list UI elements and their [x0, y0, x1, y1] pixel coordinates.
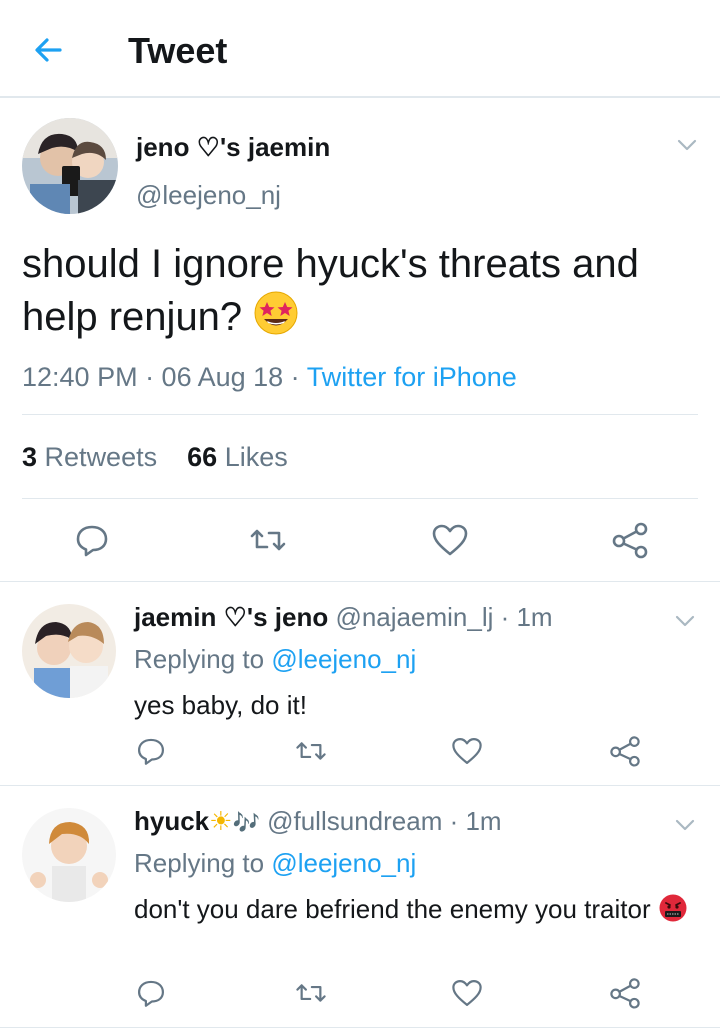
arrow-left-icon[interactable] [30, 30, 70, 70]
reply-text-content: don't you dare befriend the enemy you tr… [134, 894, 651, 924]
reply-actions [0, 976, 720, 1016]
sun-emoji-icon: ☀ [209, 806, 233, 836]
share-icon[interactable] [608, 734, 642, 768]
avatar[interactable] [22, 808, 116, 902]
retweet-icon[interactable] [294, 976, 328, 1010]
tweet-timestamp: 12:40 PM · 06 Aug 18 · [22, 362, 307, 392]
reply-text: yes baby, do it! [134, 690, 307, 720]
author-handle[interactable]: @leejeno_nj [136, 180, 281, 211]
tweet-actions [0, 520, 720, 560]
likes-count[interactable]: 66 [187, 442, 217, 472]
reply-icon[interactable] [134, 976, 168, 1010]
heart-icon[interactable] [450, 734, 484, 768]
reply-header: jaemin ♡'s jeno @najaemin_lj · 1m [134, 602, 553, 633]
reply-author-handle[interactable]: @najaemin_lj · 1m [335, 602, 552, 632]
reply-actions [0, 734, 720, 774]
retweets-count[interactable]: 3 [22, 442, 37, 472]
cursing-face-emoji-icon [659, 894, 687, 922]
replying-to-link[interactable]: @leejeno_nj [271, 848, 416, 878]
heart-icon[interactable] [430, 520, 470, 560]
reply-author-name[interactable]: jaemin ♡'s jeno [134, 602, 328, 632]
divider [22, 498, 698, 499]
heart-icon[interactable] [450, 976, 484, 1010]
reply-icon[interactable] [72, 520, 112, 560]
top-bar: Tweet [0, 0, 720, 98]
replying-to-label: Replying to [134, 848, 272, 878]
avatar[interactable] [22, 118, 118, 214]
retweet-icon[interactable] [294, 734, 328, 768]
retweets-label[interactable]: Retweets [45, 442, 158, 472]
share-icon[interactable] [608, 976, 642, 1010]
reply-header: hyuck☀🎶 @fullsundream · 1m [134, 806, 502, 837]
tweet-source[interactable]: Twitter for iPhone [307, 362, 517, 392]
likes-label[interactable]: Likes [225, 442, 288, 472]
author-name[interactable]: jeno ♡'s jaemin [136, 132, 330, 163]
chevron-down-icon[interactable] [674, 136, 700, 154]
replying-to-link[interactable]: @leejeno_nj [271, 644, 416, 674]
chevron-down-icon[interactable] [672, 612, 698, 630]
retweet-icon[interactable] [248, 520, 288, 560]
divider [22, 414, 698, 415]
reply-icon[interactable] [134, 734, 168, 768]
reply-tweet[interactable]: jaemin ♡'s jeno @najaemin_lj · 1m Replyi… [0, 584, 720, 786]
reply-tweet[interactable]: hyuck☀🎶 @fullsundream · 1m Replying to @… [0, 788, 720, 1028]
musical-notes-emoji-icon: 🎶 [232, 810, 260, 835]
tweet-text: should I ignore hyuck's threats and help… [22, 238, 702, 343]
main-tweet: jeno ♡'s jaemin @leejeno_nj should I ign… [0, 100, 720, 582]
share-icon[interactable] [610, 520, 650, 560]
chevron-down-icon[interactable] [672, 816, 698, 834]
page-title: Tweet [128, 30, 228, 71]
avatar[interactable] [22, 604, 116, 698]
star-struck-emoji-icon [254, 291, 298, 335]
reply-author-name[interactable]: hyuck [134, 806, 209, 836]
replying-to: Replying to @leejeno_nj [134, 644, 416, 675]
tweet-meta: 12:40 PM · 06 Aug 18 · Twitter for iPhon… [22, 362, 517, 393]
replying-to: Replying to @leejeno_nj [134, 848, 416, 879]
tweet-stats: 3 Retweets 66 Likes [22, 442, 288, 473]
tweet-text-content: should I ignore hyuck's threats and help… [22, 242, 639, 339]
replying-to-label: Replying to [134, 644, 272, 674]
reply-text: don't you dare befriend the enemy you tr… [134, 890, 694, 928]
reply-author-handle[interactable]: @fullsundream · 1m [267, 806, 501, 836]
